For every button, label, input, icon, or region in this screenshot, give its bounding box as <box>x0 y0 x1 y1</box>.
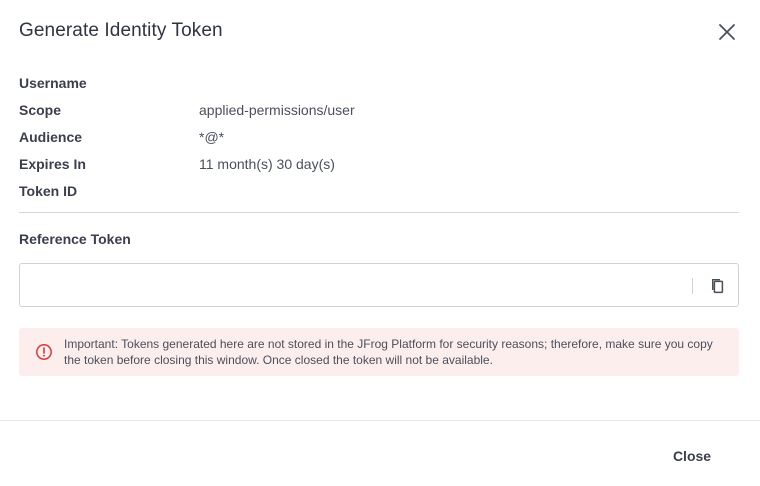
error-circle-icon <box>35 343 53 361</box>
reference-token-input[interactable] <box>20 264 692 306</box>
token-details: Username Scope applied-permissions/user … <box>19 69 739 204</box>
detail-row-token-id: Token ID <box>19 177 739 204</box>
detail-row-scope: Scope applied-permissions/user <box>19 96 739 123</box>
detail-row-username: Username <box>19 69 739 96</box>
close-icon[interactable] <box>714 19 740 45</box>
detail-value: applied-permissions/user <box>199 101 355 118</box>
close-button[interactable]: Close <box>662 441 722 471</box>
detail-value: 11 month(s) 30 day(s) <box>199 155 335 172</box>
section-divider <box>19 212 739 213</box>
detail-row-expires-in: Expires In 11 month(s) 30 day(s) <box>19 150 739 177</box>
copy-icon[interactable] <box>704 274 728 298</box>
detail-row-audience: Audience *@* <box>19 123 739 150</box>
reference-token-field <box>19 263 739 307</box>
detail-value: *@* <box>199 128 225 145</box>
detail-label: Token ID <box>19 182 78 199</box>
reference-token-label: Reference Token <box>19 231 131 247</box>
dialog-title: Generate Identity Token <box>19 20 223 41</box>
alert-message: Important: Tokens generated here are not… <box>64 337 713 367</box>
footer-divider <box>0 420 760 421</box>
field-separator <box>692 278 693 294</box>
detail-label: Audience <box>19 128 83 145</box>
detail-label: Username <box>19 74 87 91</box>
generate-token-dialog: Generate Identity Token Username Scope a… <box>0 0 760 486</box>
detail-label: Scope <box>19 101 62 118</box>
security-warning-alert: Important: Tokens generated here are not… <box>19 328 739 376</box>
detail-label: Expires In <box>19 155 86 172</box>
